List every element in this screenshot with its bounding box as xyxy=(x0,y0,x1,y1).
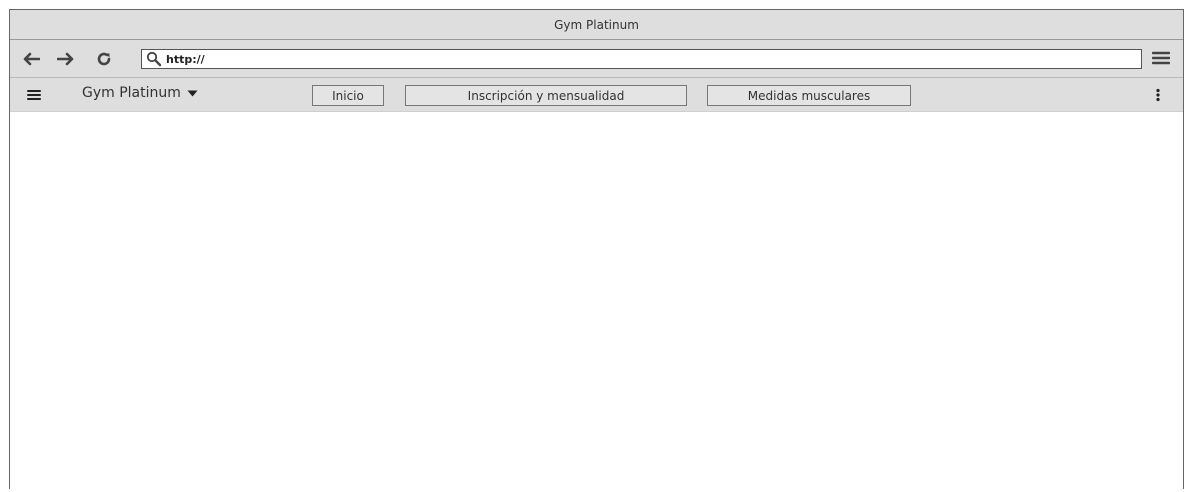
window-title: Gym Platinum xyxy=(554,17,639,32)
nav-button-label: Inscripción y mensualidad xyxy=(467,88,625,103)
brand-label: Gym Platinum xyxy=(82,85,181,101)
reload-button[interactable] xyxy=(94,49,114,69)
nav-button-medidas[interactable]: Medidas musculares xyxy=(707,85,911,106)
browser-menu-button[interactable] xyxy=(1151,48,1171,68)
nav-button-inscripcion[interactable]: Inscripción y mensualidad xyxy=(405,85,687,106)
page-content xyxy=(10,112,1183,492)
back-button[interactable] xyxy=(21,49,41,69)
vertical-ellipsis-icon xyxy=(1156,88,1160,102)
nav-button-label: Medidas musculares xyxy=(747,88,871,103)
url-input[interactable] xyxy=(162,51,1066,67)
brand-dropdown[interactable]: Gym Platinum xyxy=(82,85,198,101)
search-icon xyxy=(146,51,162,67)
nav-button-inicio[interactable]: Inicio xyxy=(312,85,384,106)
more-options-button[interactable] xyxy=(1148,85,1168,105)
nav-button-label: Inicio xyxy=(332,88,364,103)
hamburger-icon xyxy=(27,90,41,100)
caret-down-icon xyxy=(187,90,198,96)
hamburger-icon xyxy=(1152,51,1170,65)
title-bar: Gym Platinum xyxy=(10,10,1183,40)
site-menu-bar: Gym Platinum Inicio Inscripción y mensua… xyxy=(10,78,1183,112)
address-bar xyxy=(10,40,1183,78)
reload-icon xyxy=(97,52,111,66)
site-menu-toggle[interactable] xyxy=(24,85,44,105)
arrow-left-icon xyxy=(23,52,40,66)
arrow-right-icon xyxy=(57,52,74,66)
url-field[interactable] xyxy=(141,49,1142,69)
forward-button[interactable] xyxy=(56,49,76,69)
browser-window: Gym Platinum http:// Gym Platinum Inicio… xyxy=(9,9,1184,492)
